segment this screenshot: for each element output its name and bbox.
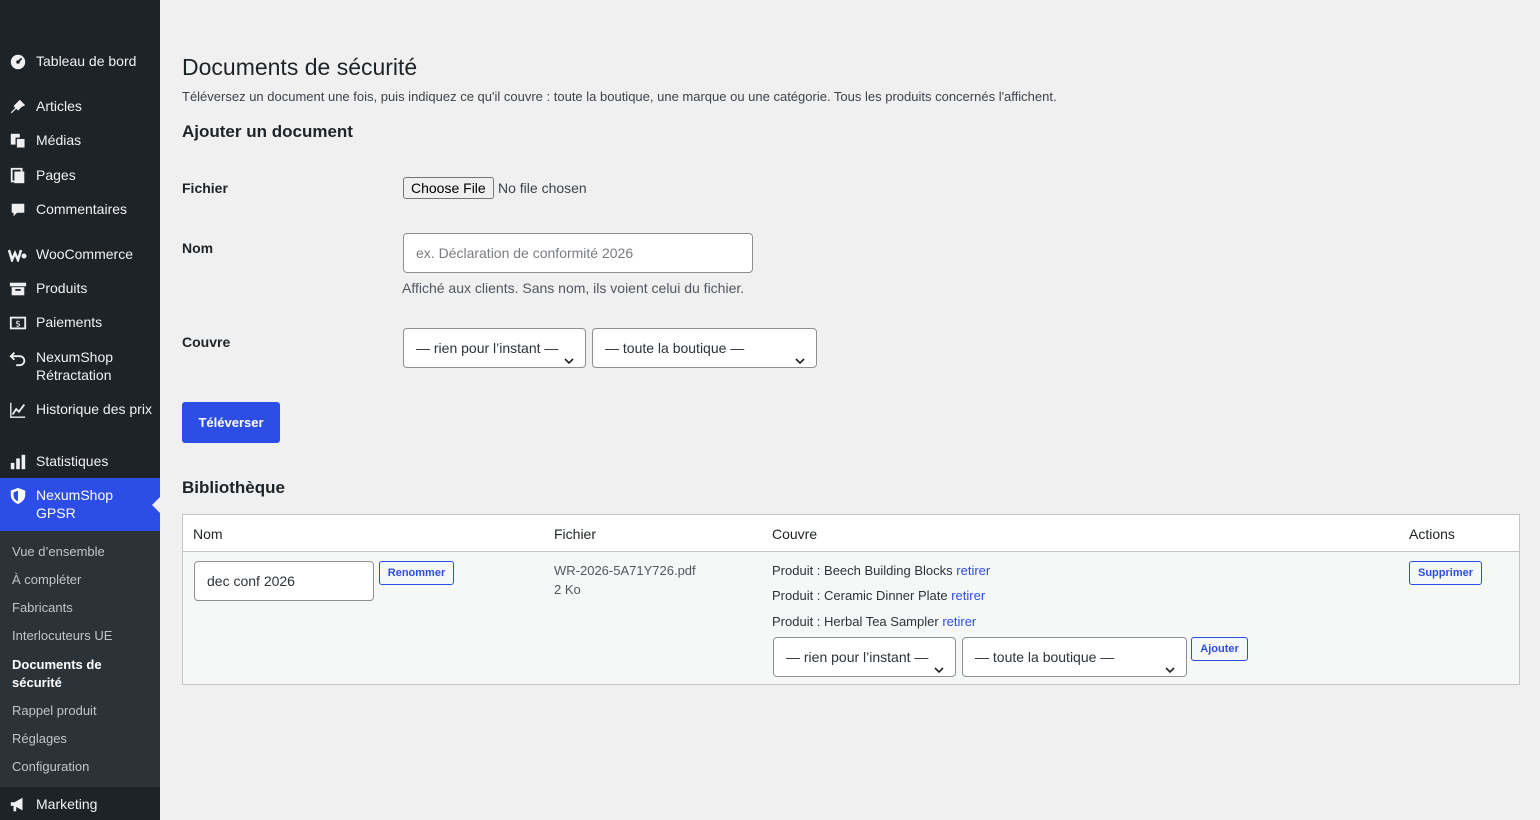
table-header: Nom Fichier Couvre Actions bbox=[183, 515, 1519, 552]
pages-icon bbox=[8, 166, 28, 186]
cover-prefix: Produit : bbox=[772, 563, 825, 578]
cover-product-name: Beech Building Blocks bbox=[824, 563, 953, 578]
cover-product-name: Ceramic Dinner Plate bbox=[824, 588, 948, 603]
remove-cover-link[interactable]: retirer bbox=[942, 614, 976, 629]
woocommerce-icon bbox=[8, 245, 28, 265]
archive-icon bbox=[8, 279, 28, 299]
chevron-down-icon bbox=[563, 343, 575, 365]
file-status: No file chosen bbox=[498, 180, 587, 196]
sidebar-item-label: Produits bbox=[36, 280, 88, 296]
row-cover-scope-select[interactable]: — toute la boutique — bbox=[962, 637, 1187, 677]
select-value: — rien pour l’instant — bbox=[786, 649, 929, 665]
document-name-input[interactable] bbox=[403, 233, 753, 273]
admin-sidebar: Tableau de bord Articles Médias Pages Co… bbox=[0, 0, 160, 820]
cover-entry: Produit : Ceramic Dinner Plate retirer bbox=[772, 588, 985, 603]
document-name-field[interactable] bbox=[194, 561, 374, 601]
add-cover-button[interactable]: Ajouter bbox=[1191, 637, 1248, 661]
sidebar-item-retractation[interactable]: NexumShop Rétractation bbox=[0, 348, 160, 384]
submenu-eu-contacts[interactable]: Interlocuteurs UE bbox=[12, 627, 152, 645]
sidebar-item-label: Articles bbox=[36, 98, 82, 114]
sidebar-item-price-history[interactable]: Historique des prix bbox=[0, 400, 160, 436]
sidebar-item-dashboard[interactable]: Tableau de bord bbox=[0, 52, 160, 70]
sidebar-item-medias[interactable]: Médias bbox=[0, 131, 160, 149]
cover-entry: Produit : Beech Building Blocks retirer bbox=[772, 563, 990, 578]
bar-chart-icon bbox=[8, 452, 28, 472]
submenu-product-recall[interactable]: Rappel produit bbox=[12, 702, 152, 720]
page-intro: Téléversez un document une fois, puis in… bbox=[182, 89, 1057, 104]
chevron-down-icon bbox=[794, 343, 806, 365]
covers-label: Couvre bbox=[182, 334, 231, 350]
sidebar-item-label: Paiements bbox=[36, 314, 103, 330]
sidebar-item-label: Pages bbox=[36, 167, 76, 183]
add-document-heading: Ajouter un document bbox=[182, 122, 353, 141]
svg-text:$: $ bbox=[15, 320, 21, 330]
name-label: Nom bbox=[182, 240, 214, 256]
table-row: Renommer WR-2026-5A71Y726.pdf 2 Ko Produ… bbox=[183, 552, 1519, 684]
sidebar-item-label: Statistiques bbox=[36, 453, 109, 469]
submenu-safety-documents[interactable]: Documents de sécurité bbox=[12, 656, 152, 692]
sidebar-item-label: NexumShop Rétractation bbox=[36, 349, 114, 383]
choose-file-button[interactable]: Choose File bbox=[403, 177, 494, 199]
media-icon bbox=[8, 131, 28, 151]
cover-product-name: Herbal Tea Sampler bbox=[824, 614, 939, 629]
column-header-actions: Actions bbox=[1409, 526, 1455, 542]
name-help-text: Affiché aux clients. Sans nom, ils voien… bbox=[402, 280, 745, 296]
sidebar-item-label: Marketing bbox=[36, 796, 98, 812]
remove-cover-link[interactable]: retirer bbox=[951, 588, 985, 603]
cover-prefix: Produit : bbox=[772, 614, 825, 629]
file-name: WR-2026-5A71Y726.pdf bbox=[554, 563, 696, 578]
shield-icon bbox=[8, 486, 28, 506]
row-cover-type-select[interactable]: — rien pour l’instant — bbox=[773, 637, 956, 677]
cover-type-select[interactable]: — rien pour l’instant — bbox=[403, 328, 586, 368]
chart-line-icon bbox=[8, 400, 28, 420]
library-heading: Bibliothèque bbox=[182, 478, 285, 497]
sidebar-item-products[interactable]: Produits bbox=[0, 279, 160, 297]
chevron-down-icon bbox=[1164, 652, 1176, 674]
pin-icon bbox=[8, 97, 28, 117]
library-table: Nom Fichier Couvre Actions Renommer WR-2… bbox=[182, 514, 1520, 685]
megaphone-icon bbox=[8, 795, 28, 815]
file-label: Fichier bbox=[182, 180, 228, 196]
submenu-configuration[interactable]: Configuration bbox=[12, 758, 152, 776]
cover-prefix: Produit : bbox=[772, 588, 825, 603]
sidebar-item-payments[interactable]: $ Paiements bbox=[0, 313, 160, 331]
sidebar-item-articles[interactable]: Articles bbox=[0, 97, 160, 115]
submenu-overview[interactable]: Vue d’ensemble bbox=[12, 543, 152, 561]
sidebar-item-label: NexumShop GPSR bbox=[36, 487, 114, 521]
comment-icon bbox=[8, 200, 28, 220]
column-header-file: Fichier bbox=[554, 526, 597, 542]
select-value: — rien pour l’instant — bbox=[416, 340, 559, 356]
sidebar-item-label: Médias bbox=[36, 132, 82, 148]
rename-button[interactable]: Renommer bbox=[379, 561, 454, 585]
chevron-down-icon bbox=[933, 652, 945, 674]
sidebar-item-woocommerce[interactable]: WooCommerce bbox=[0, 245, 160, 263]
upload-button[interactable]: Téléverser bbox=[182, 402, 280, 443]
column-header-covers: Couvre bbox=[772, 526, 818, 542]
submenu-to-complete[interactable]: À compléter bbox=[12, 571, 152, 589]
sidebar-item-label: Tableau de bord bbox=[36, 53, 137, 69]
sidebar-item-gpsr[interactable]: NexumShop GPSR bbox=[0, 478, 160, 531]
sidebar-item-marketing[interactable]: Marketing bbox=[0, 795, 160, 813]
sidebar-item-pages[interactable]: Pages bbox=[0, 166, 160, 184]
submenu-settings[interactable]: Réglages bbox=[12, 730, 152, 748]
sidebar-item-label: Commentaires bbox=[36, 201, 128, 217]
money-icon: $ bbox=[8, 313, 28, 333]
dashboard-icon bbox=[8, 52, 28, 72]
file-size: 2 Ko bbox=[554, 582, 581, 597]
remove-cover-link[interactable]: retirer bbox=[956, 563, 990, 578]
sidebar-item-label: Historique des prix bbox=[36, 401, 152, 417]
column-header-name: Nom bbox=[193, 526, 223, 542]
sidebar-item-statistics[interactable]: Statistiques bbox=[0, 452, 160, 470]
submenu-manufacturers[interactable]: Fabricants bbox=[12, 599, 152, 617]
select-value: — toute la boutique — bbox=[605, 340, 745, 356]
cover-scope-select[interactable]: — toute la boutique — bbox=[592, 328, 817, 368]
sidebar-item-comments[interactable]: Commentaires bbox=[0, 200, 160, 218]
select-value: — toute la boutique — bbox=[975, 649, 1115, 665]
sidebar-item-label: WooCommerce bbox=[36, 246, 133, 262]
page-title: Documents de sécurité bbox=[182, 54, 418, 80]
gpsr-submenu: Vue d’ensemble À compléter Fabricants In… bbox=[0, 531, 160, 787]
delete-button[interactable]: Supprimer bbox=[1409, 561, 1482, 585]
cover-entry: Produit : Herbal Tea Sampler retirer bbox=[772, 614, 976, 629]
undo-icon bbox=[8, 348, 28, 368]
